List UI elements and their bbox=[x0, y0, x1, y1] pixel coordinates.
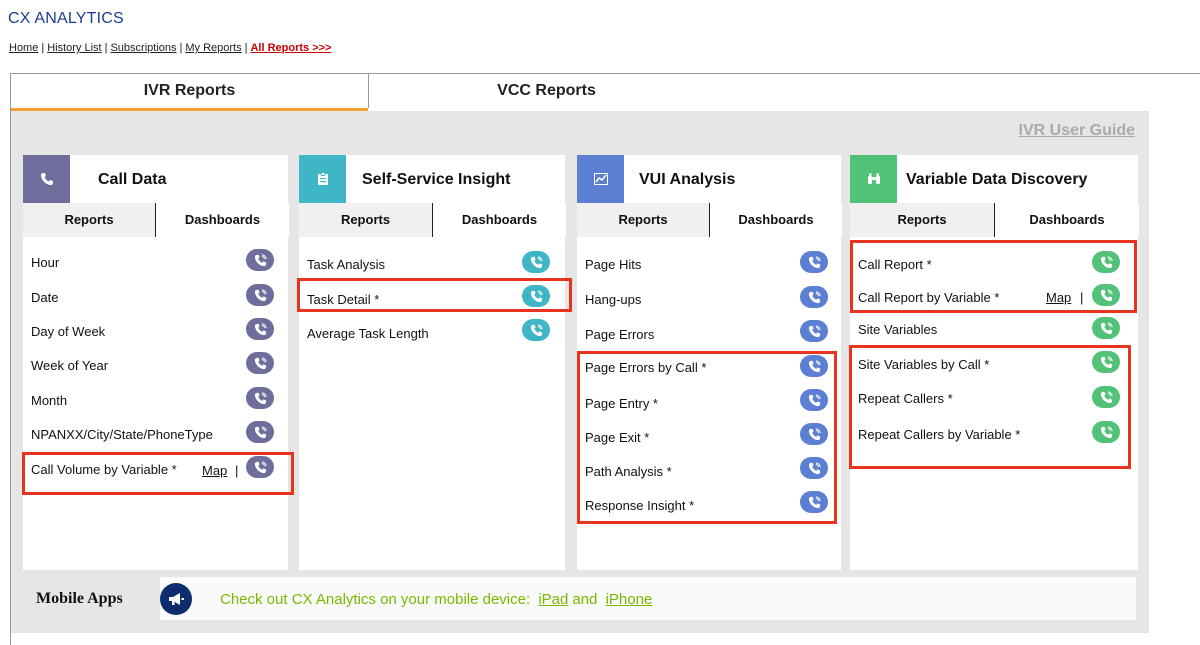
highlight-box bbox=[22, 452, 294, 495]
phone-call-button[interactable] bbox=[246, 249, 274, 271]
phone-icon bbox=[254, 391, 267, 404]
phone-call-button[interactable] bbox=[522, 251, 550, 273]
phone-icon bbox=[808, 255, 821, 268]
phone-icon bbox=[530, 255, 543, 268]
mobile-apps-label: Mobile Apps bbox=[36, 590, 123, 607]
report-link-average-task-length[interactable]: Average Task Length bbox=[307, 326, 429, 341]
panel-header: Self-Service Insight bbox=[299, 155, 565, 203]
phone-call-button[interactable] bbox=[246, 284, 274, 306]
panel-header: Call Data bbox=[23, 155, 288, 203]
phone-call-button[interactable] bbox=[246, 318, 274, 340]
nav-separator: | bbox=[244, 42, 248, 54]
mobile-apps-message: Check out CX Analytics on your mobile de… bbox=[220, 591, 531, 608]
highlight-box bbox=[849, 345, 1131, 469]
nav-separator: | bbox=[179, 42, 183, 54]
tab-vcc-reports[interactable]: VCC Reports bbox=[368, 74, 724, 108]
mobile-apps-banner: Check out CX Analytics on your mobile de… bbox=[160, 577, 1136, 620]
tab-dashboards[interactable]: Dashboards bbox=[155, 203, 289, 237]
report-link-hang-ups[interactable]: Hang-ups bbox=[585, 292, 641, 307]
nav-my-reports-link[interactable]: My Reports bbox=[185, 42, 241, 54]
phone-call-button[interactable] bbox=[800, 286, 828, 308]
phone-call-button[interactable] bbox=[522, 319, 550, 341]
tab-reports[interactable]: Reports bbox=[23, 203, 155, 237]
nav-links: Home | History List | Subscriptions | My Repor… bbox=[9, 42, 332, 54]
panel-header: VUI Analysis bbox=[577, 155, 841, 203]
phone-call-button[interactable] bbox=[246, 421, 274, 443]
phone-icon bbox=[254, 425, 267, 438]
iphone-link[interactable]: iPhone bbox=[606, 591, 653, 608]
tab-reports[interactable]: Reports bbox=[299, 203, 432, 237]
phone-icon bbox=[808, 324, 821, 337]
mobile-apps-text: Check out CX Analytics on your mobile de… bbox=[220, 591, 656, 608]
phone-icon bbox=[1100, 321, 1113, 334]
tab-reports[interactable]: Reports bbox=[577, 203, 709, 237]
panel-self-service-insight: Self-Service Insight Reports Dashboards … bbox=[299, 155, 566, 570]
report-link-week-of-year[interactable]: Week of Year bbox=[31, 358, 108, 373]
report-link-site-variables[interactable]: Site Variables bbox=[858, 322, 937, 337]
tab-dashboards[interactable]: Dashboards bbox=[432, 203, 566, 237]
phone-call-button[interactable] bbox=[800, 320, 828, 342]
phone-icon bbox=[530, 323, 543, 336]
phone-call-button[interactable] bbox=[246, 352, 274, 374]
nav-separator: | bbox=[41, 42, 45, 54]
tab-dashboards[interactable]: Dashboards bbox=[709, 203, 842, 237]
ivr-user-guide-link[interactable]: IVR User Guide bbox=[1019, 122, 1135, 140]
report-tabs: IVR Reports VCC Reports bbox=[11, 74, 1200, 112]
report-link-task-analysis[interactable]: Task Analysis bbox=[307, 257, 385, 272]
nav-home-link[interactable]: Home bbox=[9, 42, 38, 54]
phone-icon bbox=[254, 356, 267, 369]
panel-subtabs: Reports Dashboards bbox=[577, 203, 842, 237]
panel-subtabs: Reports Dashboards bbox=[299, 203, 566, 237]
phone-icon bbox=[254, 288, 267, 301]
report-link-page-hits[interactable]: Page Hits bbox=[585, 257, 641, 272]
report-link-month[interactable]: Month bbox=[31, 393, 67, 408]
mobile-and-text: and bbox=[572, 591, 598, 608]
report-link-page-errors[interactable]: Page Errors bbox=[585, 327, 654, 342]
binoculars-icon bbox=[850, 155, 897, 203]
nav-history-link[interactable]: History List bbox=[47, 42, 101, 54]
nav-separator: | bbox=[104, 42, 108, 54]
highlight-box bbox=[577, 351, 837, 524]
tab-dashboards[interactable]: Dashboards bbox=[994, 203, 1139, 237]
tab-reports[interactable]: Reports bbox=[850, 203, 994, 237]
phone-icon bbox=[23, 155, 70, 203]
panel-subtabs: Reports Dashboards bbox=[23, 203, 289, 237]
phone-icon bbox=[254, 322, 267, 335]
phone-call-button[interactable] bbox=[800, 251, 828, 273]
phone-icon bbox=[808, 290, 821, 303]
highlight-box bbox=[850, 240, 1137, 313]
panel-header: Variable Data Discovery bbox=[850, 155, 1138, 203]
report-link-npanxx[interactable]: NPANXX/City/State/PhoneType bbox=[31, 427, 213, 442]
report-link-date[interactable]: Date bbox=[31, 290, 58, 305]
app-title: CX ANALYTICS bbox=[8, 10, 124, 27]
panel-title: Self-Service Insight bbox=[362, 171, 511, 188]
clipboard-icon bbox=[299, 155, 346, 203]
report-link-hour[interactable]: Hour bbox=[31, 255, 59, 270]
nav-subscriptions-link[interactable]: Subscriptions bbox=[110, 42, 176, 54]
report-link-day-of-week[interactable]: Day of Week bbox=[31, 324, 105, 339]
phone-call-button[interactable] bbox=[246, 387, 274, 409]
megaphone-icon bbox=[160, 583, 192, 615]
panel-title: Call Data bbox=[98, 171, 167, 188]
phone-icon bbox=[254, 253, 267, 266]
nav-all-reports-link[interactable]: All Reports >>> bbox=[250, 42, 331, 54]
panel-title: VUI Analysis bbox=[639, 171, 736, 188]
panel-subtabs: Reports Dashboards bbox=[850, 203, 1139, 237]
ipad-link[interactable]: iPad bbox=[538, 591, 568, 608]
chart-icon bbox=[577, 155, 624, 203]
mobile-apps-bar: Mobile Apps Check out CX Analytics on yo… bbox=[22, 577, 1136, 620]
highlight-box bbox=[297, 278, 572, 312]
panel-title: Variable Data Discovery bbox=[906, 171, 1088, 188]
phone-call-button[interactable] bbox=[1092, 317, 1120, 339]
tab-ivr-reports[interactable]: IVR Reports bbox=[11, 74, 368, 112]
